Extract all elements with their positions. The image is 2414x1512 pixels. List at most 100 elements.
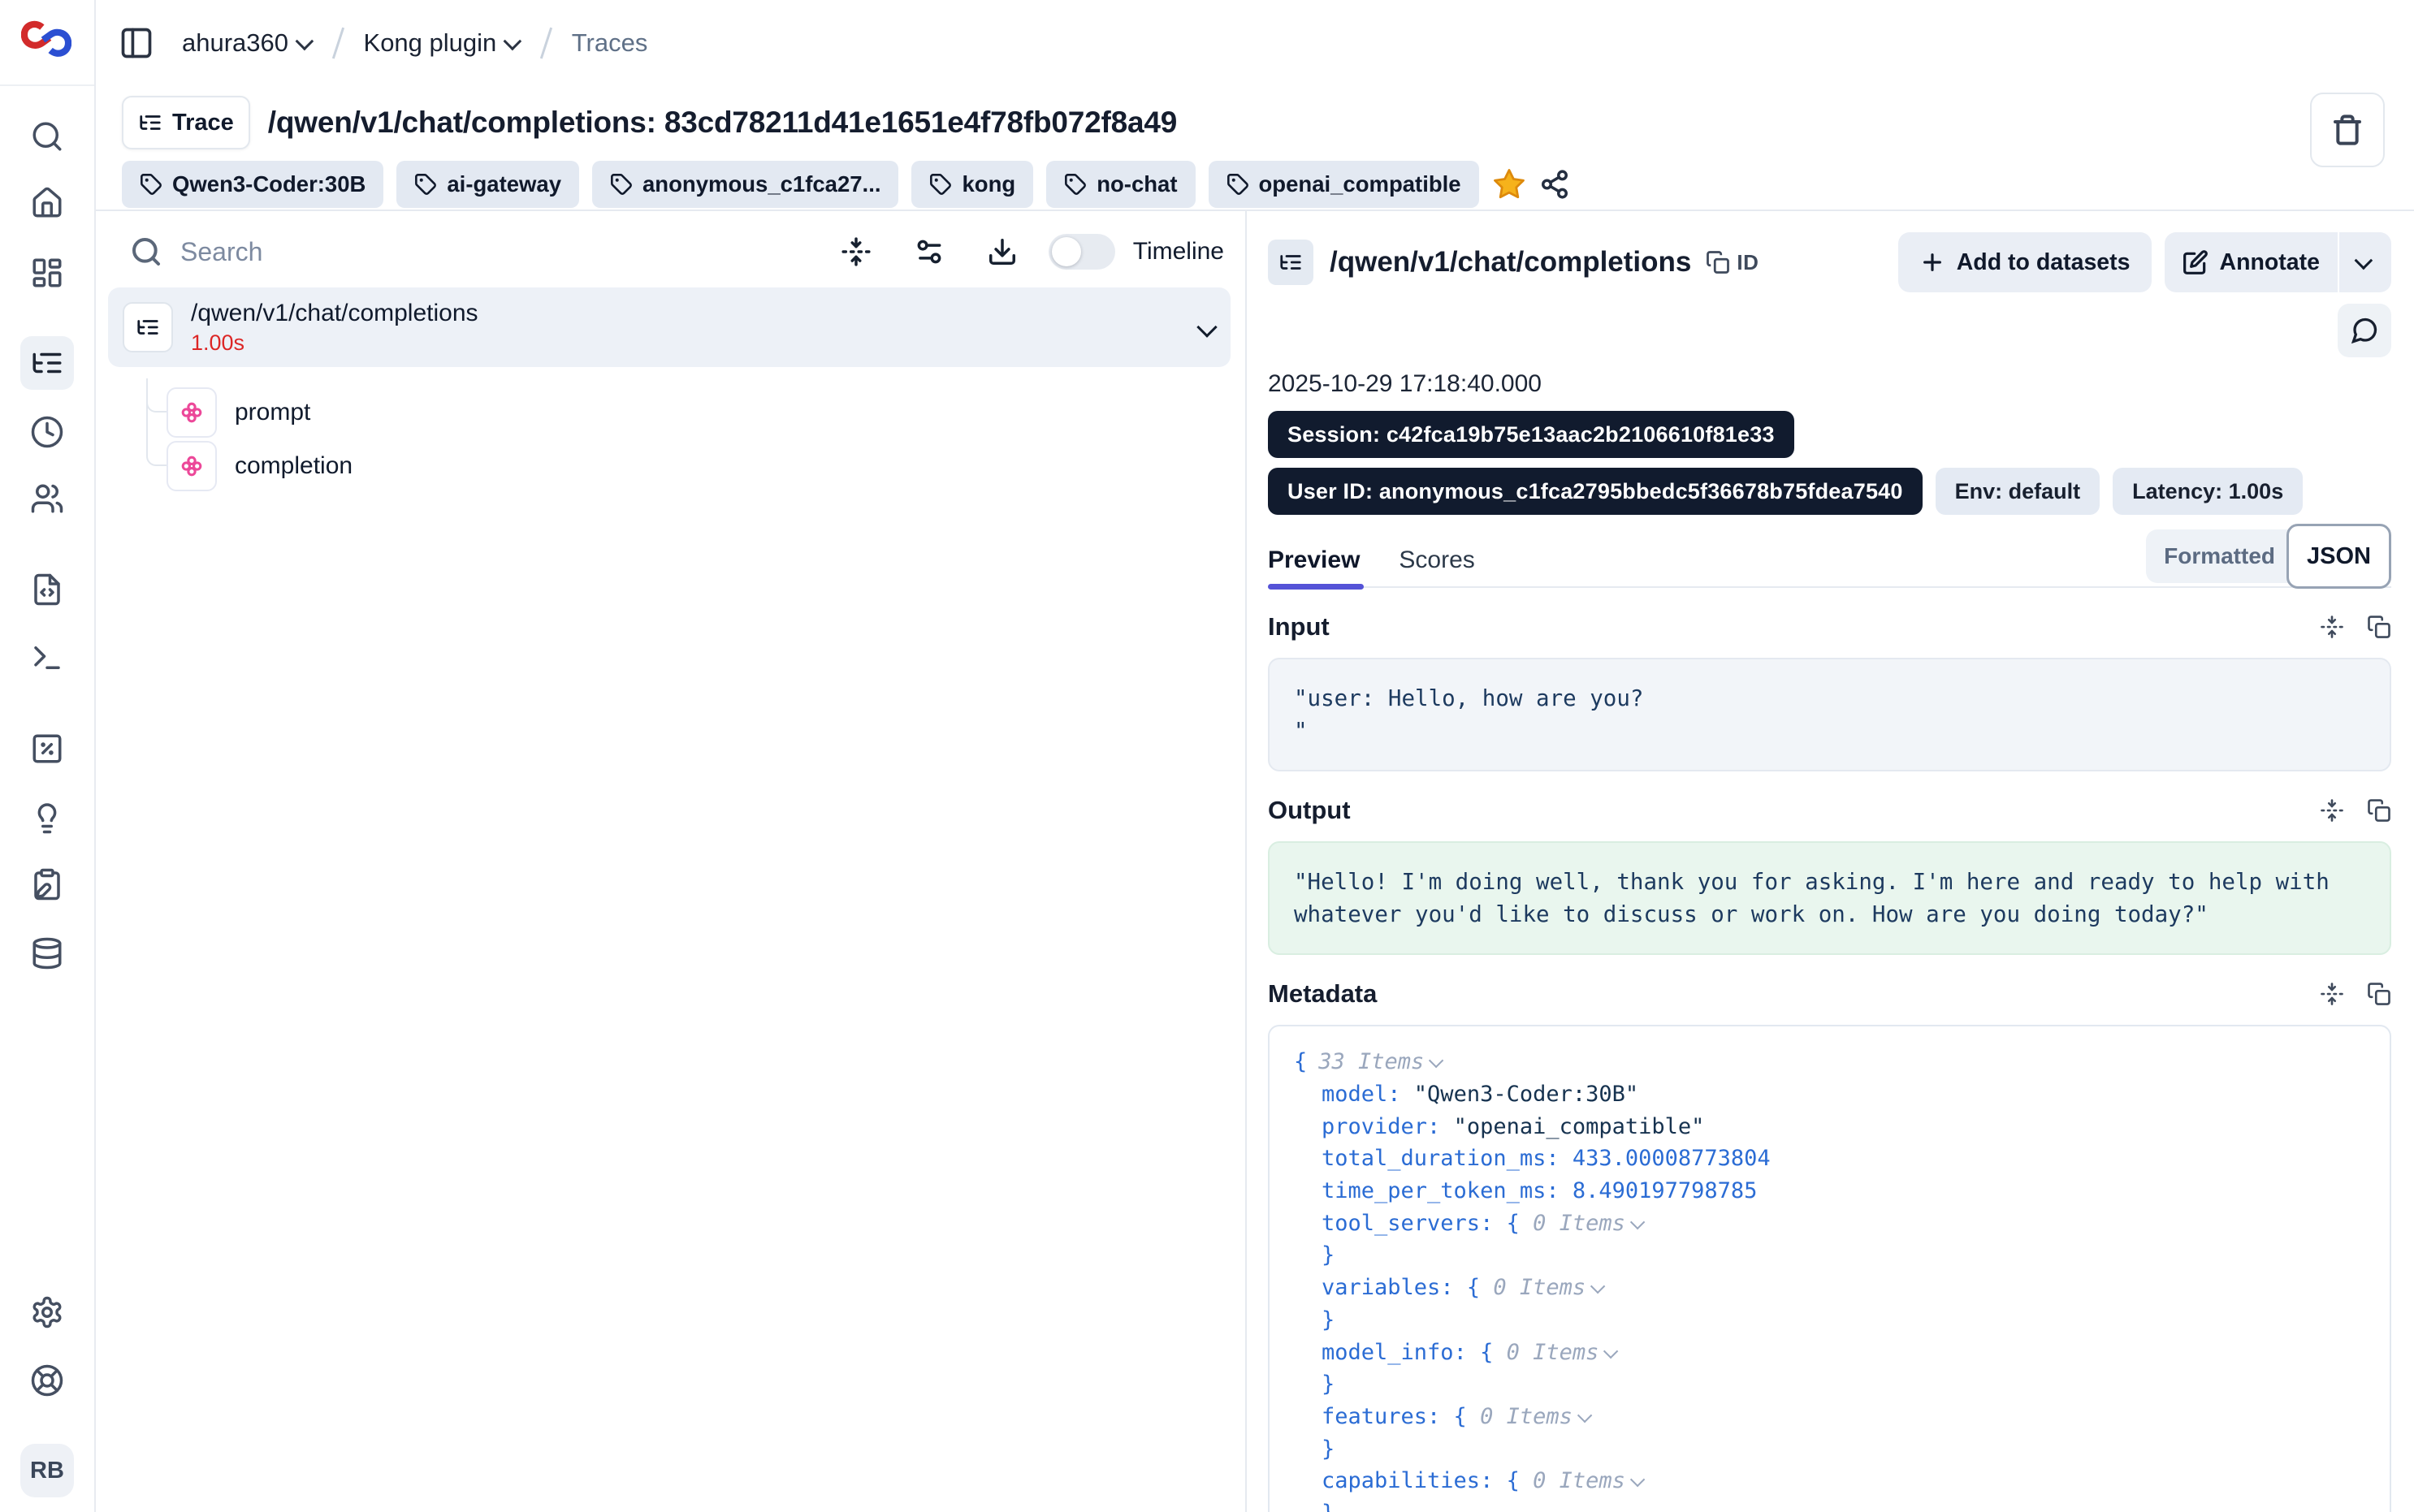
session-badge[interactable]: Session: c42fca19b75e13aac2b2106610f81e3… [1268,411,1794,458]
user-id-badge[interactable]: User ID: anonymous_c1fca2795bbedc5f36678… [1268,468,1923,515]
tree-search-row: Timeline [94,210,1245,276]
sidebar-settings-icon[interactable] [20,1285,74,1339]
tag-icon [1226,173,1249,196]
delete-trace-button[interactable] [2310,93,2385,167]
comments-button[interactable] [2338,304,2391,357]
filter-settings-icon[interactable] [914,236,945,267]
sidebar-insights-icon[interactable] [20,791,74,845]
chat-bubble-icon [2350,316,2379,345]
annotate-button[interactable]: Annotate [2165,232,2392,292]
sidebar-prompts-icon[interactable] [20,563,74,616]
output-line: "Hello! I'm doing well, thank you for as… [1294,869,2330,895]
sidebar-header-divider [0,84,94,86]
metadata-json-viewer: {33 Items model: "Qwen3-Coder:30B" provi… [1268,1025,2391,1512]
json-close-line: } [1294,1239,2365,1272]
sidebar-users-icon[interactable] [20,472,74,525]
sidebar-support-icon[interactable] [20,1354,74,1407]
view-json-option[interactable]: JSON [2286,524,2391,589]
sidebar-sessions-icon[interactable] [20,405,74,459]
collapse-all-icon[interactable] [841,236,872,267]
tree-root-row[interactable]: /qwen/v1/chat/completions 1.00s [108,287,1231,367]
sidebar: RB [0,0,96,1512]
trace-title: /qwen/v1/chat/completions: 83cd78211d41e… [268,106,1177,140]
copy-icon[interactable] [2367,798,2391,823]
tag-icon [610,173,633,196]
breadcrumb-section[interactable]: Kong plugin [364,28,521,58]
tag-label: ai-gateway [447,171,561,197]
output-section-header: Output [1268,796,2391,825]
tag[interactable]: kong [911,161,1033,208]
pen-square-icon [2183,249,2209,275]
tag[interactable]: Qwen3-Coder:30B [122,161,383,208]
plus-icon [1919,249,1945,275]
sidebar-annotation-icon[interactable] [20,858,74,911]
tree-child-prompt[interactable]: prompt [167,387,310,438]
breadcrumb-page[interactable]: Traces [572,28,648,58]
annotate-dropdown[interactable] [2339,232,2391,292]
observation-badge [167,441,217,491]
trace-timestamp: 2025-10-29 17:18:40.000 [1268,370,2391,398]
add-to-datasets-button[interactable]: Add to datasets [1898,232,2152,292]
tag-label: Qwen3-Coder:30B [172,171,366,197]
trash-icon [2331,114,2364,146]
tag-icon [1064,173,1087,196]
json-close-line: } [1294,1304,2365,1337]
chevron-down-icon [504,32,522,51]
json-root-line[interactable]: {33 Items [1294,1046,2365,1078]
trace-node-badge [1268,240,1313,285]
breadcrumb-project[interactable]: ahura360 [182,28,313,58]
app-logo[interactable] [21,18,71,63]
copy-icon[interactable] [2367,615,2391,639]
collapse-icon[interactable] [2320,798,2344,823]
breadcrumb-separator [540,28,552,59]
id-label: ID [1737,250,1759,275]
json-object-line[interactable]: features: { 0 Items [1294,1401,2365,1433]
input-section-header: Input [1268,612,2391,642]
tab-scores[interactable]: Scores [1399,534,1474,586]
tag[interactable]: no-chat [1046,161,1195,208]
collapse-icon[interactable] [2320,982,2344,1006]
json-kv-line: total_duration_ms: 433.00008773804 [1294,1143,2365,1175]
search-input[interactable] [179,236,841,268]
input-heading: Input [1268,612,1330,642]
tab-preview[interactable]: Preview [1268,534,1360,586]
tag[interactable]: openai_compatible [1209,161,1479,208]
sidebar-datasets-icon[interactable] [20,927,74,980]
json-object-line[interactable]: variables: { 0 Items [1294,1272,2365,1304]
sidebar-evaluators-icon[interactable] [20,722,74,775]
download-icon[interactable] [987,236,1018,267]
json-kv-line: time_per_token_ms: 8.490197798785 [1294,1175,2365,1207]
add-to-datasets-label: Add to datasets [1957,249,2131,276]
observation-badge [167,387,217,438]
sidebar-playground-icon[interactable] [20,631,74,685]
tree-child-label: completion [235,452,353,480]
user-avatar[interactable]: RB [20,1444,74,1497]
timeline-toggle[interactable] [1049,234,1115,270]
annotate-label: Annotate [2220,249,2321,276]
view-formatted-option[interactable]: Formatted [2164,543,2275,569]
tag[interactable]: anonymous_c1fca27... [592,161,898,208]
detail-title: /qwen/v1/chat/completions [1330,246,1691,279]
tag-icon [929,173,952,196]
json-object-line[interactable]: capabilities: { 0 Items [1294,1465,2365,1497]
tag[interactable]: ai-gateway [396,161,579,208]
tree-child-completion[interactable]: completion [167,441,353,491]
sidebar-toggle-icon[interactable] [117,24,156,63]
copy-id-icon[interactable] [1706,250,1730,274]
collapse-icon[interactable] [2320,615,2344,639]
sidebar-home-icon[interactable] [20,176,74,230]
sidebar-tracing-icon[interactable] [20,336,74,390]
tree-connector [146,378,169,466]
json-close-line: } [1294,1368,2365,1401]
sidebar-search-icon[interactable] [20,110,74,163]
copy-icon[interactable] [2367,982,2391,1006]
observation-icon [179,453,205,479]
observation-detail-panel: /qwen/v1/chat/completions ID Add to data… [1247,210,2414,1512]
input-content: "user: Hello, how are you? " [1268,658,2391,771]
json-object-line[interactable]: tool_servers: { 0 Items [1294,1207,2365,1239]
sidebar-dashboard-icon[interactable] [20,246,74,300]
chevron-down-icon[interactable] [1196,317,1217,337]
bookmark-star-icon[interactable] [1492,167,1526,201]
json-object-line[interactable]: model_info: { 0 Items [1294,1336,2365,1368]
share-icon[interactable] [1539,169,1570,200]
